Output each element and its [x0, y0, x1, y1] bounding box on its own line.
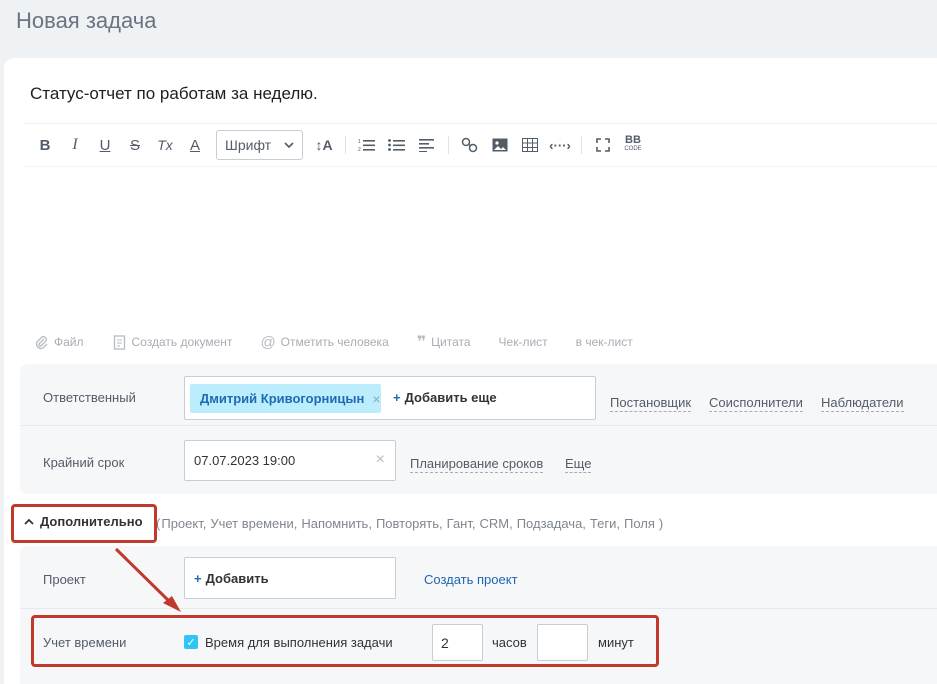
create-document-button[interactable]: Создать документ: [112, 334, 233, 350]
responsible-label: Ответственный: [43, 390, 136, 405]
toolbar-separator: [448, 136, 449, 154]
clear-format-button[interactable]: Tx: [150, 131, 180, 159]
numbered-list-icon[interactable]: 12: [352, 131, 382, 159]
chevron-down-icon: [284, 142, 294, 148]
project-add-label: Добавить: [205, 571, 269, 586]
attachment-bar: Файл Создать документ @ Отметить человек…: [34, 332, 633, 352]
add-more-label: Добавить еще: [404, 390, 497, 405]
svg-text:2: 2: [358, 147, 361, 152]
at-icon: @: [260, 333, 276, 351]
task-title-input[interactable]: Статус-отчет по работам за неделю.: [30, 84, 318, 104]
project-add-button[interactable]: + Добавить: [194, 571, 269, 586]
clear-icon[interactable]: ×: [376, 451, 385, 469]
add-more-button[interactable]: + Добавить еще: [393, 390, 497, 405]
additional-item-tags[interactable]: Теги,: [590, 516, 620, 531]
svg-text:1: 1: [358, 139, 361, 145]
deadline-label: Крайний срок: [43, 455, 125, 470]
plus-icon: +: [194, 571, 202, 586]
font-select[interactable]: Шрифт: [216, 130, 303, 160]
create-document-label: Создать документ: [131, 335, 233, 349]
deadline-field[interactable]: 07.07.2023 19:00 ×: [184, 440, 396, 481]
list-close-paren: ): [658, 516, 664, 531]
bold-button[interactable]: B: [30, 131, 60, 159]
divider: [20, 425, 937, 426]
quote-icon: ❞: [416, 334, 427, 351]
mention-label: Отметить человека: [280, 335, 389, 349]
additional-list: (Проект, Учет времени, Напомнить, Повторять…: [156, 516, 667, 531]
bullet-list-icon[interactable]: [382, 131, 412, 159]
deadline-more-link[interactable]: Еще: [565, 456, 592, 473]
toolbar-separator: [581, 136, 582, 154]
main-fields-section: Ответственный Дмитрий Кривогорницын × + Д…: [20, 364, 937, 494]
additional-item-fields[interactable]: Поля: [624, 516, 655, 531]
clear-format-label: Tx: [157, 137, 173, 153]
highlight-additional-box: [11, 504, 157, 543]
divider: [24, 123, 937, 124]
quote-button[interactable]: ❞ Цитата: [417, 332, 471, 352]
bbcode-label: BB: [625, 134, 641, 146]
fullscreen-icon[interactable]: [588, 131, 618, 159]
paperclip-icon: [35, 335, 48, 349]
bbcode-button[interactable]: BB CODE: [618, 131, 648, 159]
creator-link[interactable]: Постановщик: [610, 395, 692, 412]
code-icon[interactable]: ‹···›: [545, 131, 575, 159]
additional-item-subtask[interactable]: Подзадача,: [517, 516, 586, 531]
additional-item-project[interactable]: Проект,: [161, 516, 206, 531]
coexecutors-link[interactable]: Соисполнители: [709, 395, 803, 412]
additional-item-repeat[interactable]: Повторять,: [376, 516, 443, 531]
additional-item-time[interactable]: Учет времени,: [210, 516, 297, 531]
attach-file-button[interactable]: Файл: [34, 335, 84, 350]
checklist-button[interactable]: Чек-лист: [499, 335, 548, 349]
project-label: Проект: [43, 572, 86, 587]
page-title: Новая задача: [16, 8, 157, 33]
highlight-time-tracking-box: [31, 615, 659, 667]
create-project-link[interactable]: Создать проект: [424, 572, 518, 587]
responsible-chip[interactable]: Дмитрий Кривогорницын ×: [190, 384, 381, 413]
italic-button[interactable]: I: [60, 131, 90, 159]
text-color-button[interactable]: A: [180, 131, 210, 159]
underline-button[interactable]: U: [90, 131, 120, 159]
responsible-field[interactable]: Дмитрий Кривогорницын × + Добавить еще: [184, 376, 596, 420]
observers-link[interactable]: Наблюдатели: [821, 395, 904, 412]
to-checklist-button[interactable]: в чек-лист: [576, 335, 633, 349]
project-field[interactable]: + Добавить: [184, 557, 396, 599]
time-planning-link[interactable]: Планирование сроков: [410, 456, 544, 473]
align-left-icon[interactable]: [412, 131, 442, 159]
toolbar-separator: [345, 136, 346, 154]
divider: [20, 608, 937, 609]
checklist-label: Чек-лист: [498, 335, 548, 349]
quote-label: Цитата: [431, 335, 471, 349]
editor-toolbar: B I U S Tx A Шрифт ↕A 12 ‹···› BB CODE: [30, 130, 648, 160]
document-icon: [113, 334, 125, 350]
additional-item-remind[interactable]: Напомнить,: [301, 516, 372, 531]
responsible-name: Дмитрий Кривогорницын: [200, 391, 365, 406]
deadline-value: 07.07.2023 19:00: [194, 453, 296, 468]
divider: [24, 166, 937, 167]
bbcode-sublabel: CODE: [624, 146, 642, 152]
additional-item-crm[interactable]: CRM,: [479, 516, 512, 531]
strikethrough-button[interactable]: S: [120, 131, 150, 159]
image-icon[interactable]: [485, 131, 515, 159]
link-icon[interactable]: [455, 131, 485, 159]
attach-file-label: Файл: [54, 335, 84, 349]
font-select-value: Шрифт: [225, 137, 272, 153]
remove-icon[interactable]: ×: [372, 391, 380, 407]
table-icon[interactable]: [515, 131, 545, 159]
plus-icon: +: [393, 390, 401, 405]
mention-button[interactable]: @ Отметить человека: [260, 334, 388, 351]
to-checklist-label: в чек-лист: [575, 335, 633, 349]
additional-item-gantt[interactable]: Гант,: [447, 516, 476, 531]
font-size-button[interactable]: ↕A: [309, 131, 339, 159]
